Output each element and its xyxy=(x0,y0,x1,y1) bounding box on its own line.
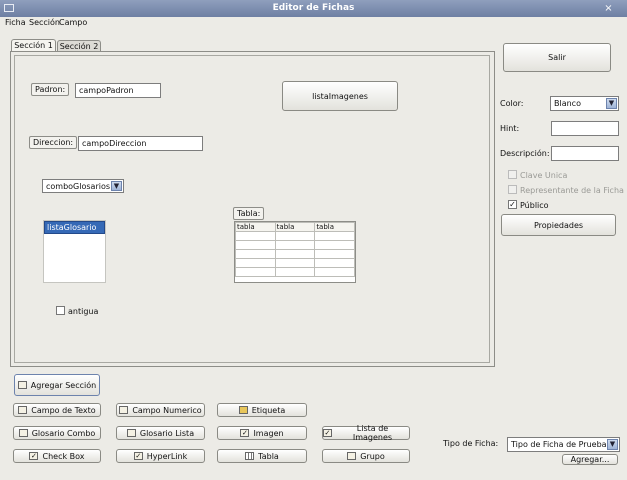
tabla-button[interactable]: Tabla xyxy=(217,449,307,463)
table-cell[interactable] xyxy=(274,258,316,268)
chevron-down-icon[interactable]: ▼ xyxy=(606,98,617,109)
table-cell[interactable] xyxy=(314,231,355,241)
textfield-icon xyxy=(18,406,28,414)
table-header: tabla xyxy=(274,222,316,232)
lista-de-imagenes-label: Lista de Imagenes xyxy=(352,424,393,442)
checkbox-icon: ✓ xyxy=(29,452,39,460)
tipo-ficha-label: Tipo de Ficha: xyxy=(443,439,499,448)
menu-ficha[interactable]: Ficha xyxy=(5,18,26,27)
chevron-down-icon[interactable]: ▼ xyxy=(111,181,122,191)
agregar-seccion-label: Agregar Sección xyxy=(30,380,97,390)
color-combo-value: Blanco xyxy=(554,99,581,108)
table-cell[interactable] xyxy=(235,231,276,241)
check-box-label: Check Box xyxy=(42,451,85,461)
combo-icon xyxy=(18,429,28,437)
list-item-selected[interactable]: listaGlosario xyxy=(44,221,105,234)
descripcion-label: Descripción: xyxy=(500,149,550,158)
tipo-ficha-combo[interactable]: Tipo de Ficha de Prueba ▼ xyxy=(507,437,620,452)
table-cell[interactable] xyxy=(274,267,316,277)
group-icon xyxy=(347,452,357,460)
lista-imagenes-button[interactable]: listaImagenes xyxy=(282,81,398,111)
publico-label: Público xyxy=(520,201,549,210)
etiqueta-button[interactable]: Etiqueta xyxy=(217,403,307,417)
descripcion-field[interactable] xyxy=(551,146,619,161)
campo-texto-label: Campo de Texto xyxy=(31,405,96,415)
image-icon: ✓ xyxy=(240,429,250,437)
glosario-lista-button[interactable]: Glosario Lista xyxy=(116,426,205,440)
imagen-button[interactable]: ✓ Imagen xyxy=(217,426,307,440)
representante-label: Representante de la Ficha xyxy=(520,186,624,195)
glosario-combo-label: Glosario Combo xyxy=(31,428,96,438)
campo-numerico-label: Campo Numerico xyxy=(132,405,202,415)
clave-unica-checkbox[interactable] xyxy=(508,170,517,179)
list-icon xyxy=(126,429,136,437)
clave-unica-label: Clave Unica xyxy=(520,171,568,180)
close-icon[interactable]: × xyxy=(603,3,614,14)
glosario-list[interactable]: listaGlosario xyxy=(43,220,106,283)
menu-bar xyxy=(0,17,627,30)
glosarios-combo-value: comboGlosarios xyxy=(46,182,111,191)
folder-icon xyxy=(17,381,27,389)
antigua-checkbox[interactable] xyxy=(56,306,65,315)
chevron-down-icon[interactable]: ▼ xyxy=(607,439,618,450)
etiqueta-label: Etiqueta xyxy=(251,405,286,415)
color-combo[interactable]: Blanco ▼ xyxy=(550,96,619,111)
window-title: Editor de Fichas xyxy=(272,3,355,13)
padron-field[interactable]: campoPadron xyxy=(75,83,161,98)
agregar-tipo-label: Agregar... xyxy=(570,455,610,464)
hyperlink-button[interactable]: ✓ HyperLink xyxy=(116,449,205,463)
table-cell[interactable] xyxy=(274,240,316,250)
tabla-button-label: Tabla xyxy=(258,451,279,461)
salir-label: Salir xyxy=(548,53,566,62)
link-icon: ✓ xyxy=(133,452,143,460)
label-icon xyxy=(238,406,248,414)
salir-button[interactable]: Salir xyxy=(503,43,611,72)
glosario-combo-button[interactable]: Glosario Combo xyxy=(13,426,101,440)
table-cell[interactable] xyxy=(235,249,276,259)
propiedades-label: Propiedades xyxy=(533,220,584,230)
antigua-label: antigua xyxy=(68,307,99,316)
direccion-field[interactable]: campoDireccion xyxy=(78,136,203,151)
glosario-lista-label: Glosario Lista xyxy=(139,428,195,438)
data-table[interactable]: tabla tabla tabla xyxy=(234,221,356,283)
grupo-button[interactable]: Grupo xyxy=(322,449,410,463)
grupo-label: Grupo xyxy=(360,451,385,461)
table-header: tabla xyxy=(235,222,276,232)
menu-campo[interactable]: Campo xyxy=(59,18,87,27)
lista-imagenes-label: listaImagenes xyxy=(312,91,368,101)
hyperlink-label: HyperLink xyxy=(146,451,188,461)
tabla-label: Tabla: xyxy=(233,207,265,220)
table-cell[interactable] xyxy=(235,240,276,250)
table-cell[interactable] xyxy=(314,249,355,259)
image-list-icon: ✓ xyxy=(323,429,332,437)
table-icon xyxy=(245,452,255,460)
table-cell[interactable] xyxy=(235,267,276,277)
publico-checkbox[interactable]: ✓ xyxy=(508,200,517,209)
campo-numerico-button[interactable]: Campo Numerico xyxy=(116,403,205,417)
menu-seccion[interactable]: Sección xyxy=(29,18,60,27)
table-header: tabla xyxy=(314,222,355,232)
table-cell[interactable] xyxy=(235,258,276,268)
table-cell[interactable] xyxy=(314,240,355,250)
check-box-button[interactable]: ✓ Check Box xyxy=(13,449,101,463)
imagen-label: Imagen xyxy=(253,428,284,438)
hint-field[interactable] xyxy=(551,121,619,136)
propiedades-button[interactable]: Propiedades xyxy=(501,214,616,236)
campo-texto-button[interactable]: Campo de Texto xyxy=(13,403,101,417)
tipo-ficha-value: Tipo de Ficha de Prueba xyxy=(511,440,607,449)
glosarios-combo[interactable]: comboGlosarios ▼ xyxy=(42,179,124,193)
agregar-tipo-button[interactable]: Agregar... xyxy=(562,454,618,465)
padron-label: Padron: xyxy=(31,83,70,96)
agregar-seccion-button[interactable]: Agregar Sección xyxy=(14,374,100,396)
lista-de-imagenes-button[interactable]: ✓ Lista de Imagenes xyxy=(322,424,410,442)
table-cell[interactable] xyxy=(314,258,355,268)
table-cell[interactable] xyxy=(274,231,316,241)
numeric-field-icon xyxy=(119,406,129,414)
table-cell[interactable] xyxy=(274,249,316,259)
table-cell[interactable] xyxy=(314,267,355,277)
hint-label: Hint: xyxy=(500,124,520,133)
direccion-label: Direccion: xyxy=(29,136,78,149)
representante-checkbox[interactable] xyxy=(508,185,517,194)
color-label: Color: xyxy=(500,99,524,108)
